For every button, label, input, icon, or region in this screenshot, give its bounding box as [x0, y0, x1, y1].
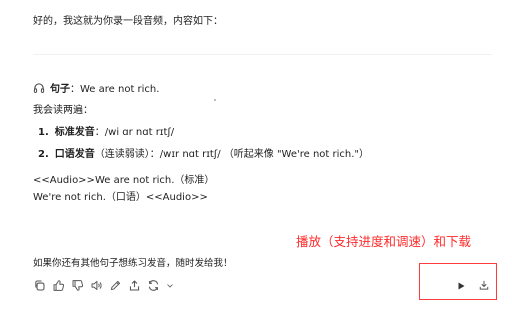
chevron-down-icon[interactable] [166, 279, 174, 292]
sentence-row: 句子 ：We are not rich. [33, 80, 159, 95]
edit-icon[interactable] [109, 279, 122, 292]
message-toolbar [33, 279, 174, 292]
divider [33, 54, 492, 55]
list-item-text: ：/wi ɑr nɑt rɪtʃ/ [94, 127, 175, 138]
list-item-number: 2. [38, 149, 49, 160]
list-item: 1. 标准发音 ：/wi ɑr nɑt rɪtʃ/ [38, 123, 174, 138]
sentence-label: 句子 [50, 84, 70, 95]
headphones-icon [33, 82, 45, 93]
list-item-label: 标准发音 [54, 127, 95, 138]
read-twice-text: 我会读两遍： [33, 105, 93, 116]
list-item-text: （连读弱读）：/wɪr nɑt rɪtʃ/ （听起来像 "We're not r… [94, 149, 370, 160]
stray-dot [214, 99, 216, 101]
audio-line-spoken: We're not rich.（口语）<<Audio>> [33, 192, 208, 203]
list-item-number: 1. [38, 127, 49, 138]
annotation-text: 播放（支持进度和调速）和下载 [296, 234, 472, 249]
copy-icon[interactable] [33, 279, 46, 292]
thumbs-down-icon[interactable] [71, 279, 84, 292]
intro-text: 好的，我这就为你录一段音频，内容如下： [33, 16, 223, 27]
download-icon[interactable] [478, 279, 490, 291]
followup-text: 如果你还有其他句子想练习发音，随时发给我！ [33, 258, 233, 269]
regenerate-icon[interactable] [147, 279, 160, 292]
audio-line-standard: <<Audio>>We are not rich.（标准） [33, 175, 215, 186]
share-icon[interactable] [128, 279, 141, 292]
list-item-label: 口语发音 [54, 149, 95, 160]
sentence-text: ：We are not rich. [70, 84, 160, 95]
list-item: 2. 口语发音 （连读弱读）：/wɪr nɑt rɪtʃ/ （听起来像 "We'… [38, 145, 369, 160]
thumbs-up-icon[interactable] [52, 279, 65, 292]
speaker-icon[interactable] [90, 279, 103, 292]
play-icon[interactable] [456, 281, 466, 291]
